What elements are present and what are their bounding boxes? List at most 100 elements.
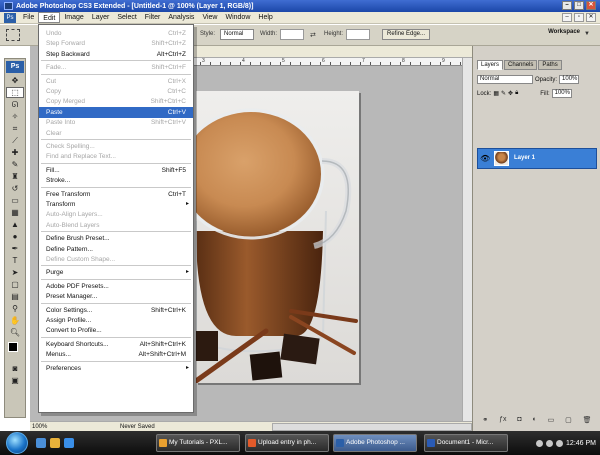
- dodge-tool-icon[interactable]: ●: [6, 231, 24, 242]
- new-group-icon[interactable]: ▭: [548, 416, 555, 428]
- menu-image[interactable]: Image: [60, 12, 87, 23]
- slice-tool-icon[interactable]: ⟋: [6, 135, 24, 146]
- layer-row[interactable]: 👁︎ Layer 1: [477, 148, 597, 169]
- brush-tool-icon[interactable]: ✎: [6, 159, 24, 170]
- quick-mask-icon[interactable]: ◙: [6, 363, 24, 374]
- taskbar-item[interactable]: Adobe Photoshop ...: [333, 434, 417, 452]
- blend-mode-select[interactable]: Normal: [477, 75, 533, 84]
- zoom-level[interactable]: 100%: [30, 424, 52, 430]
- marquee-tool-preset-icon[interactable]: [6, 29, 20, 41]
- menu-item-preferences[interactable]: Preferences ▸: [39, 363, 193, 374]
- layer-mask-icon[interactable]: ◘: [517, 416, 521, 428]
- menu-item-purge[interactable]: Purge ▸: [39, 267, 193, 278]
- show-desktop-icon[interactable]: [36, 438, 46, 448]
- layer-style-icon[interactable]: ƒx: [499, 416, 506, 428]
- start-button[interactable]: [6, 432, 28, 454]
- notes-tool-icon[interactable]: ▤: [6, 291, 24, 302]
- crop-tool-icon[interactable]: ⌗: [6, 123, 24, 134]
- menu-file[interactable]: File: [19, 12, 38, 23]
- visibility-eye-icon[interactable]: 👁︎: [480, 154, 490, 163]
- close-button[interactable]: ✕: [586, 1, 596, 10]
- menu-item-keyboard-shortcuts[interactable]: Keyboard Shortcuts... Alt+Shift+Ctrl+K: [39, 339, 193, 350]
- clone-stamp-tool-icon[interactable]: ♜: [6, 171, 24, 182]
- tab-layers[interactable]: Layers: [477, 60, 504, 70]
- lock-all-icon[interactable]: 🔒︎: [515, 90, 518, 97]
- tab-paths[interactable]: Paths: [538, 60, 562, 70]
- vertical-scrollbar[interactable]: [462, 58, 472, 421]
- path-selection-tool-icon[interactable]: ➤: [6, 267, 24, 278]
- layer-name[interactable]: Layer 1: [514, 155, 535, 161]
- hand-tool-icon[interactable]: ✋: [6, 315, 24, 326]
- menu-item-define-brush-preset[interactable]: Define Brush Preset...: [39, 233, 193, 244]
- shape-tool-icon[interactable]: ▢: [6, 279, 24, 290]
- gradient-tool-icon[interactable]: ▦: [6, 207, 24, 218]
- menu-item-step-backward[interactable]: Step Backward Alt+Ctrl+Z: [39, 49, 193, 60]
- foreground-color-swatch[interactable]: [8, 342, 18, 352]
- network-icon[interactable]: [536, 439, 544, 447]
- eraser-tool-icon[interactable]: ▭: [6, 195, 24, 206]
- pen-tool-icon[interactable]: ✒: [6, 243, 24, 254]
- horizontal-scrollbar[interactable]: [272, 423, 472, 431]
- height-field[interactable]: [346, 29, 370, 40]
- doc-restore-button[interactable]: ▫: [574, 13, 584, 22]
- menu-select[interactable]: Select: [113, 12, 140, 23]
- menu-filter[interactable]: Filter: [141, 12, 165, 23]
- history-brush-tool-icon[interactable]: ↺: [6, 183, 24, 194]
- doc-close-button[interactable]: ✕: [586, 13, 596, 22]
- blur-tool-icon[interactable]: ▲: [6, 219, 24, 230]
- eyedropper-tool-icon[interactable]: ⚲: [6, 303, 24, 314]
- tab-channels[interactable]: Channels: [504, 60, 538, 70]
- lock-position-icon[interactable]: ✥: [508, 90, 513, 97]
- lasso-tool-icon[interactable]: ᘏ: [6, 99, 24, 110]
- rect-marquee-tool-icon[interactable]: ⬚: [6, 87, 24, 98]
- ps-menu-icon[interactable]: Ps: [4, 12, 16, 23]
- width-field[interactable]: [280, 29, 304, 40]
- menu-item-paste[interactable]: Paste Ctrl+V: [39, 106, 193, 118]
- menu-item-preset-manager[interactable]: Preset Manager...: [39, 291, 193, 302]
- new-layer-icon[interactable]: ▢: [565, 416, 572, 428]
- menu-item-convert-to-profile[interactable]: Convert to Profile...: [39, 325, 193, 336]
- menu-item-menus[interactable]: Menus... Alt+Shift+Ctrl+M: [39, 349, 193, 360]
- menu-item-adobe-pdf-presets[interactable]: Adobe PDF Presets...: [39, 281, 193, 292]
- screen-mode-icon[interactable]: ▣: [6, 375, 24, 386]
- opacity-field[interactable]: 100%: [559, 75, 580, 84]
- menu-item-transform[interactable]: Transform ▸: [39, 199, 193, 210]
- menu-window[interactable]: Window: [221, 12, 254, 23]
- minimize-button[interactable]: –: [562, 1, 572, 10]
- menu-item-color-settings[interactable]: Color Settings... Shift+Ctrl+K: [39, 305, 193, 316]
- zoom-tool-icon[interactable]: 🔍︎: [6, 327, 24, 338]
- menu-item-stroke[interactable]: Stroke...: [39, 175, 193, 186]
- link-layers-icon[interactable]: ⚭: [482, 416, 488, 428]
- adjustment-layer-icon[interactable]: ◐: [533, 416, 537, 428]
- magic-wand-tool-icon[interactable]: ✧: [6, 111, 24, 122]
- folder-quicklaunch-icon[interactable]: [50, 438, 60, 448]
- menu-layer[interactable]: Layer: [88, 12, 114, 23]
- lock-transparency-icon[interactable]: ▦: [493, 90, 499, 97]
- browser-quicklaunch-icon[interactable]: [64, 438, 74, 448]
- menu-view[interactable]: View: [198, 12, 221, 23]
- menu-help[interactable]: Help: [254, 12, 276, 23]
- clock[interactable]: 12:46 PM: [566, 440, 596, 447]
- menu-analysis[interactable]: Analysis: [164, 12, 198, 23]
- menu-item-assign-profile[interactable]: Assign Profile...: [39, 315, 193, 326]
- tray-app-icon[interactable]: [556, 439, 564, 447]
- menu-item-fill[interactable]: Fill... Shift+F5: [39, 165, 193, 176]
- fill-field[interactable]: 100%: [551, 89, 572, 98]
- taskbar-item[interactable]: Document1 - Micr...: [424, 434, 508, 452]
- taskbar-item[interactable]: Upload entry in ph...: [245, 434, 329, 452]
- volume-icon[interactable]: [546, 439, 554, 447]
- menu-item-define-pattern[interactable]: Define Pattern...: [39, 244, 193, 255]
- menu-item-free-transform[interactable]: Free Transform Ctrl+T: [39, 189, 193, 200]
- healing-brush-tool-icon[interactable]: ✚: [6, 147, 24, 158]
- lock-pixels-icon[interactable]: ✎: [501, 90, 506, 97]
- style-select[interactable]: Normal: [220, 29, 254, 40]
- workspace-chevron-icon[interactable]: ▼: [584, 31, 590, 37]
- refine-edge-button[interactable]: Refine Edge...: [382, 29, 431, 40]
- doc-minimize-button[interactable]: –: [562, 13, 572, 22]
- type-tool-icon[interactable]: T: [6, 255, 24, 266]
- document-canvas[interactable]: [196, 91, 359, 383]
- delete-layer-icon[interactable]: 🗑︎: [583, 416, 592, 428]
- workspace-button[interactable]: Workspace: [548, 29, 580, 35]
- move-tool-icon[interactable]: ✥: [6, 75, 24, 86]
- maximize-button[interactable]: □: [574, 1, 584, 10]
